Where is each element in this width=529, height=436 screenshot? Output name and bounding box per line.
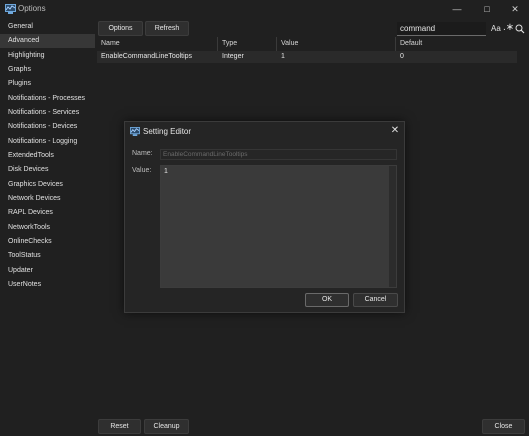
name-label: Name: [132, 150, 153, 157]
dialog-title: Setting Editor [143, 127, 192, 136]
sidebar-item-general[interactable]: General [0, 20, 95, 34]
sidebar-item-plugins[interactable]: Plugins [0, 77, 95, 91]
column-header-name[interactable]: Name [97, 37, 218, 51]
maximize-button[interactable]: □ [477, 2, 497, 16]
minimize-icon: — [452, 4, 462, 14]
refresh-button[interactable]: Refresh [145, 21, 189, 36]
cancel-button[interactable]: Cancel [353, 293, 398, 307]
table-row[interactable]: EnableCommandLineTooltips Integer 1 0 [97, 51, 517, 63]
column-header-type[interactable]: Type [218, 37, 277, 51]
sidebar-item-disk-devices[interactable]: Disk Devices [0, 163, 95, 177]
options-button[interactable]: Options [98, 21, 143, 36]
search-input[interactable]: command [397, 22, 486, 36]
cell-name: EnableCommandLineTooltips [101, 53, 193, 60]
column-header-value[interactable]: Value [277, 37, 396, 51]
sidebar-item-networktools[interactable]: NetworkTools [0, 221, 95, 235]
app-icon [130, 127, 140, 136]
sidebar-item-graphs[interactable]: Graphs [0, 63, 95, 77]
sidebar-item-graphics-devices[interactable]: Graphics Devices [0, 178, 95, 192]
clear-search-icon[interactable] [515, 24, 525, 34]
app-icon [5, 4, 16, 14]
close-button[interactable]: Close [482, 419, 525, 434]
sidebar-item-notifications-logging[interactable]: Notifications - Logging [0, 135, 95, 149]
sidebar-item-notifications-services[interactable]: Notifications - Services [0, 106, 95, 120]
minimize-button[interactable]: — [447, 2, 467, 16]
close-window-button[interactable]: ✕ [505, 2, 525, 16]
cleanup-button[interactable]: Cleanup [144, 419, 189, 434]
sidebar: General Advanced Highlighting Graphs Plu… [0, 19, 95, 294]
setting-editor-dialog: Setting Editor ✕ Name: EnableCommandLine… [124, 121, 405, 313]
dialog-close-button[interactable]: ✕ [387, 124, 403, 138]
close-icon: ✕ [511, 4, 519, 14]
name-field: EnableCommandLineTooltips [160, 149, 397, 160]
maximize-icon: □ [484, 4, 490, 14]
sidebar-item-usernotes[interactable]: UserNotes [0, 278, 95, 292]
window-title: Options [18, 4, 46, 13]
sidebar-item-rapl-devices[interactable]: RAPL Devices [0, 206, 95, 220]
cell-value: 1 [281, 53, 285, 60]
match-case-icon[interactable]: Aa [491, 24, 501, 33]
list-header: Name Type Value Default [97, 37, 517, 51]
value-scrollbar[interactable] [389, 166, 396, 287]
reset-button[interactable]: Reset [98, 419, 141, 434]
cell-type: Integer [222, 53, 244, 60]
sidebar-item-notifications-processes[interactable]: Notifications - Processes [0, 92, 95, 106]
title-bar: Options — □ ✕ [0, 0, 529, 19]
sidebar-item-toolstatus[interactable]: ToolStatus [0, 249, 95, 263]
sidebar-item-network-devices[interactable]: Network Devices [0, 192, 95, 206]
column-header-default[interactable]: Default [396, 37, 517, 51]
sidebar-item-highlighting[interactable]: Highlighting [0, 49, 95, 63]
sidebar-item-updater[interactable]: Updater [0, 264, 95, 278]
value-textarea[interactable]: 1 [160, 165, 397, 288]
sidebar-item-extendedtools[interactable]: ExtendedTools [0, 149, 95, 163]
value-label: Value: [132, 167, 152, 174]
regex-icon[interactable]: .∗ [503, 22, 514, 33]
sidebar-item-notifications-devices[interactable]: Notifications - Devices [0, 120, 95, 134]
sidebar-item-advanced[interactable]: Advanced [0, 34, 95, 48]
cell-default: 0 [400, 53, 404, 60]
close-icon: ✕ [390, 125, 400, 136]
ok-button[interactable]: OK [305, 293, 349, 307]
sidebar-item-onlinechecks[interactable]: OnlineChecks [0, 235, 95, 249]
